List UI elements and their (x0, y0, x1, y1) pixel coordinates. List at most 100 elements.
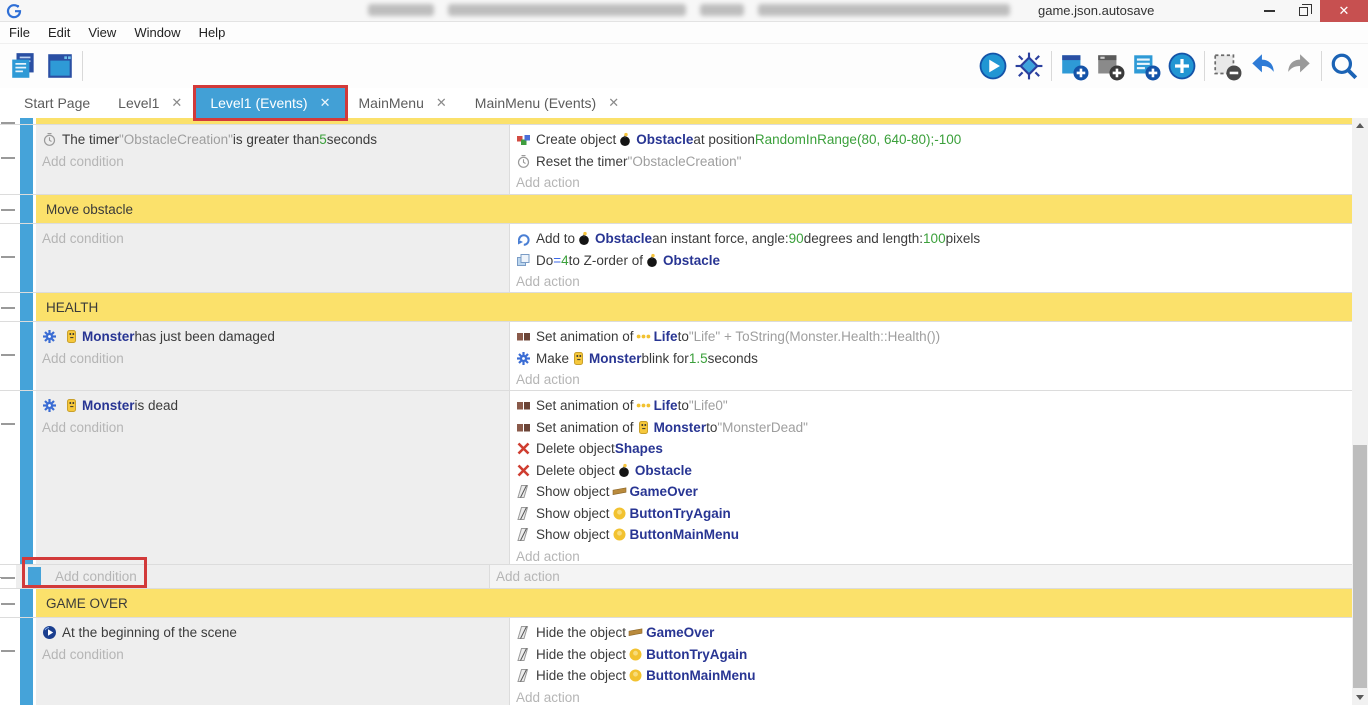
comment-text[interactable] (36, 118, 1352, 124)
event-row[interactable]: At the beginning of the sceneAdd conditi… (0, 618, 1352, 705)
add-action-button[interactable]: Add action (496, 566, 560, 588)
event-row[interactable]: The timer "ObstacleCreation" is greater … (0, 125, 1352, 195)
scroll-up-button[interactable] (1352, 118, 1368, 133)
event-handle[interactable] (1, 354, 15, 356)
event-handle[interactable] (1, 256, 15, 258)
event-row[interactable]: Monster has just been damagedAdd conditi… (0, 322, 1352, 391)
scroll-down-button[interactable] (1352, 690, 1368, 705)
add-condition-button[interactable]: Add condition (42, 417, 509, 439)
event-handle[interactable] (1, 122, 15, 124)
monster-icon (571, 351, 586, 366)
action[interactable]: Reset the timer "ObstacleCreation" (516, 151, 1352, 173)
add-condition-button[interactable]: Add condition (42, 644, 509, 666)
add-action-button[interactable]: Add action (516, 172, 1352, 194)
add-condition-button[interactable]: Add condition (55, 565, 137, 589)
event-row[interactable]: Add condition Add to Obstacle an instant … (0, 224, 1352, 293)
life-icon (636, 329, 651, 344)
comment-row[interactable]: GAME OVER (0, 589, 1352, 618)
action[interactable]: Do = 4 to Z-order of Obstacle (516, 250, 1352, 272)
comment-text[interactable]: Move obstacle (36, 195, 1352, 223)
menu-help[interactable]: Help (190, 22, 235, 44)
event-handle[interactable] (1, 423, 15, 425)
action[interactable]: Create object Obstacle at position Rando… (516, 129, 1352, 151)
add-comment-button[interactable] (1128, 48, 1164, 84)
add-action-button[interactable]: Add action (516, 369, 1352, 391)
tab-close-icon[interactable]: ✕ (320, 95, 331, 111)
condition[interactable]: Monster has just been damaged (42, 326, 509, 348)
minimize-button[interactable] (1252, 0, 1286, 22)
sub-event-conditions[interactable]: Add condition (16, 565, 490, 588)
toolbar-separator (1204, 51, 1205, 81)
scrollbar-thumb[interactable] (1353, 445, 1367, 688)
action[interactable]: Delete object Obstacle (516, 460, 1352, 482)
comment-row[interactable]: Move obstacle (0, 195, 1352, 224)
condition[interactable]: At the beginning of the scene (42, 622, 509, 644)
redo-button[interactable] (1281, 48, 1317, 84)
action[interactable]: Show object GameOver (516, 481, 1352, 503)
add-action-button[interactable]: Add action (516, 687, 1352, 705)
vertical-scrollbar[interactable] (1352, 118, 1368, 705)
action[interactable]: Show object ButtonTryAgain (516, 503, 1352, 525)
play-button[interactable] (975, 48, 1011, 84)
action[interactable]: Hide the object GameOver (516, 622, 1352, 644)
comment-text[interactable]: GAME OVER (36, 589, 1352, 617)
tab-label: MainMenu (Events) (475, 95, 596, 111)
undo-button[interactable] (1245, 48, 1281, 84)
close-button[interactable]: ✕ (1320, 0, 1368, 22)
add-event-button[interactable] (1056, 48, 1092, 84)
add-subevent-button[interactable] (1092, 48, 1128, 84)
add-action-button[interactable]: Add action (516, 271, 1352, 293)
animation-icon (516, 420, 531, 435)
tab-close-icon[interactable]: ✕ (608, 95, 619, 111)
scene-editor-button[interactable] (42, 48, 78, 84)
event-handle[interactable] (1, 209, 15, 211)
condition[interactable]: The timer "ObstacleCreation" is greater … (42, 129, 509, 151)
add-condition-button[interactable]: Add condition (42, 228, 509, 250)
add-new-button[interactable] (1164, 48, 1200, 84)
action[interactable]: Set animation of Monster to "MonsterDead… (516, 417, 1352, 439)
sub-event-row[interactable]: Add condition Add action (0, 565, 1352, 589)
action[interactable]: Make Monster blink for 1.5 seconds (516, 348, 1352, 370)
menu-view[interactable]: View (79, 22, 125, 44)
menu-edit[interactable]: Edit (39, 22, 79, 44)
event-handle[interactable] (1, 157, 15, 159)
action[interactable]: Delete object Shapes (516, 438, 1352, 460)
tab-close-icon[interactable]: ✕ (171, 95, 182, 111)
conditions-column: Monster has just been damagedAdd conditi… (36, 322, 510, 390)
debug-button[interactable] (1011, 48, 1047, 84)
event-handle[interactable] (1, 650, 15, 652)
add-condition-button[interactable]: Add condition (42, 151, 509, 173)
behavior-icon (42, 329, 57, 344)
action[interactable]: Set animation of Life to "Life0" (516, 395, 1352, 417)
action[interactable]: Show object ButtonMainMenu (516, 524, 1352, 546)
action[interactable]: Hide the object ButtonTryAgain (516, 644, 1352, 666)
restore-button[interactable] (1286, 0, 1320, 22)
menu-window[interactable]: Window (125, 22, 189, 44)
event-handle[interactable] (1, 307, 15, 309)
event-row[interactable]: Monster is deadAdd condition Set animatio… (0, 391, 1352, 565)
project-manager-button[interactable] (6, 48, 42, 84)
action[interactable]: Add to Obstacle an instant force, angle:… (516, 228, 1352, 250)
add-action-button[interactable]: Add action (516, 546, 1352, 568)
menu-file[interactable]: File (0, 22, 39, 44)
tab-mainmenu[interactable]: MainMenu✕ (345, 88, 461, 118)
tab-mainmenu-events-[interactable]: MainMenu (Events) ✕ (461, 88, 633, 118)
add-condition-button[interactable]: Add condition (42, 348, 509, 370)
tab-close-icon[interactable]: ✕ (436, 95, 447, 111)
tab-level1-events-[interactable]: Level1 (Events)✕ (196, 88, 344, 118)
comment-row[interactable]: HEALTH (0, 293, 1352, 322)
event-marker-bar (20, 618, 33, 705)
comment-row[interactable] (0, 118, 1352, 125)
comment-text[interactable]: HEALTH (36, 293, 1352, 321)
tab-level1[interactable]: Level1✕ (104, 88, 196, 118)
tab-start-page[interactable]: Start Page (10, 88, 104, 118)
event-marker-bar (20, 589, 33, 617)
toggle-disabled-button[interactable] (1209, 48, 1245, 84)
event-handle[interactable] (1, 603, 15, 605)
action[interactable]: Set animation of Life to "Life" + ToStri… (516, 326, 1352, 348)
condition[interactable]: Monster is dead (42, 395, 509, 417)
behavior-icon (516, 351, 531, 366)
event-handle[interactable] (1, 577, 15, 579)
search-button[interactable] (1326, 48, 1362, 84)
action[interactable]: Hide the object ButtonMainMenu (516, 665, 1352, 687)
